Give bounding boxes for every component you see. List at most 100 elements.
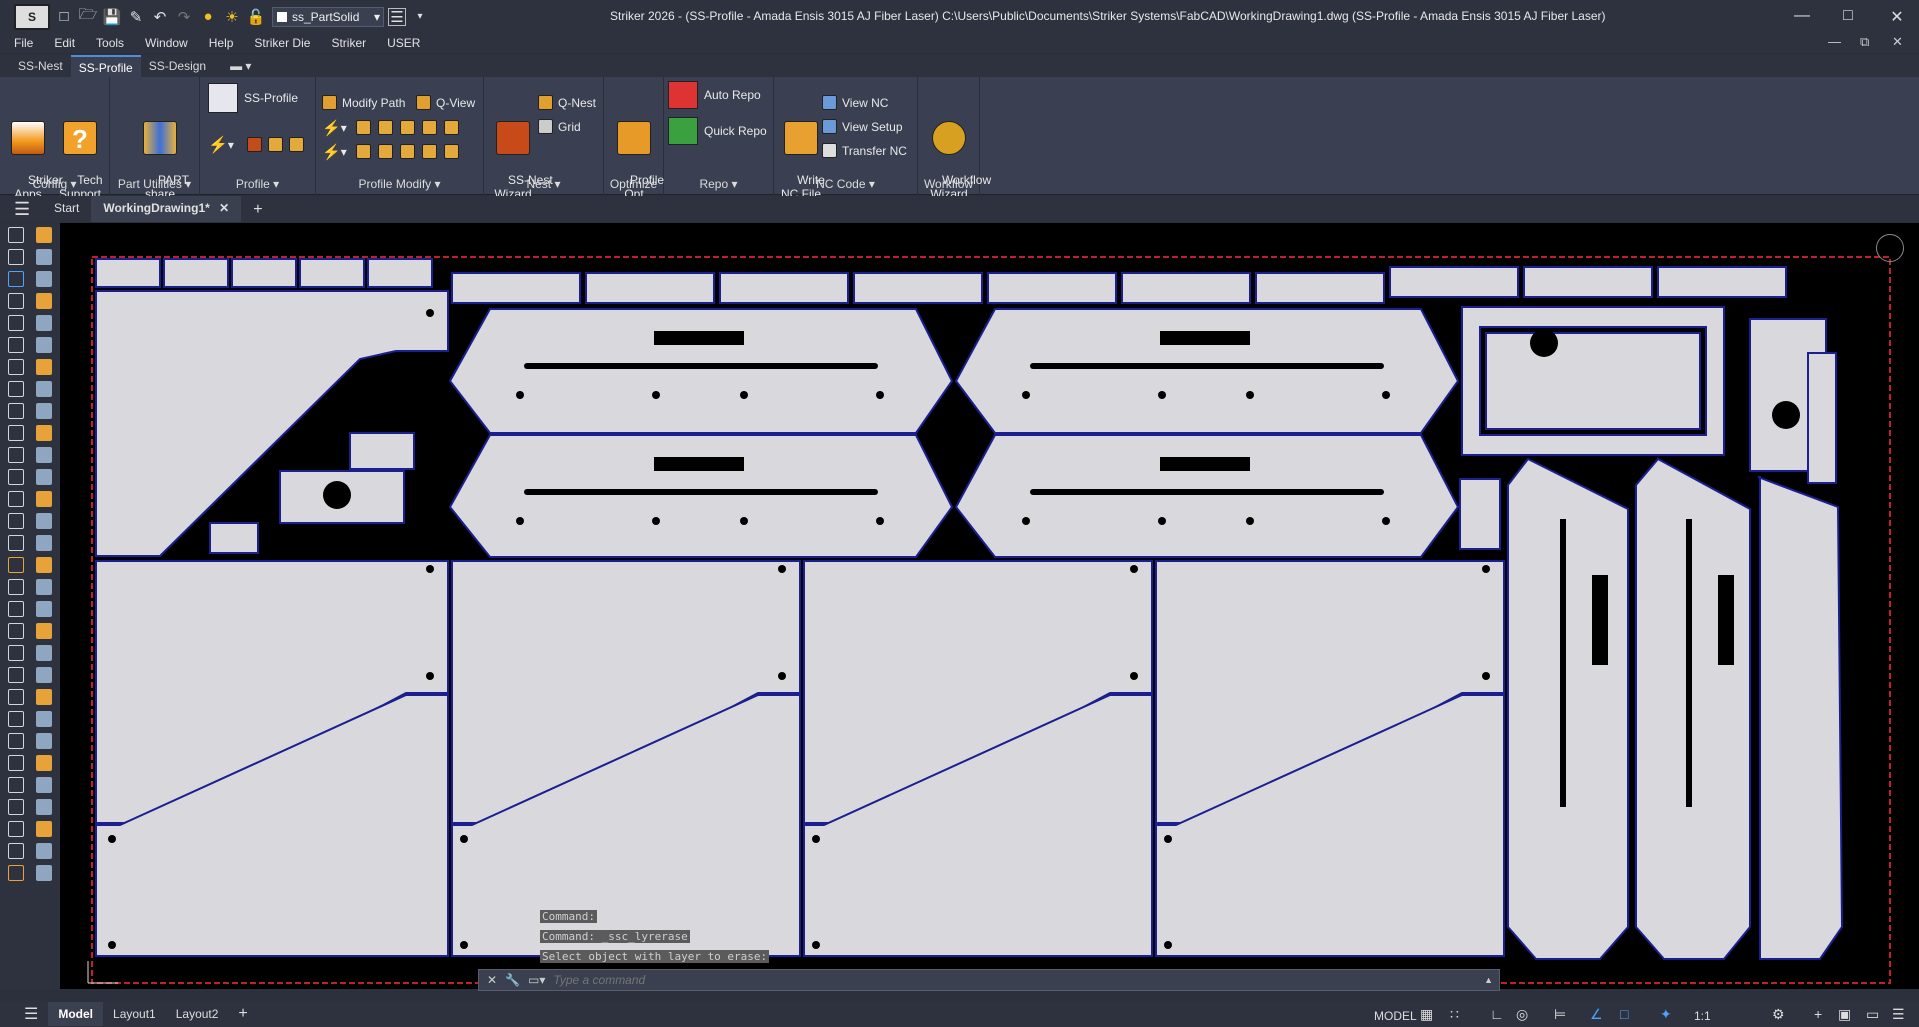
profile-tool-icon[interactable] — [247, 137, 262, 152]
tab-layout1[interactable]: Layout1 — [103, 1007, 166, 1021]
draw-tool-icon[interactable] — [8, 513, 24, 529]
auto-repo-button[interactable]: Auto Repo — [668, 81, 761, 109]
object-snap-icon[interactable]: □ — [1620, 1006, 1628, 1022]
draw-tool-icon[interactable] — [8, 337, 24, 353]
striker-tool-icon[interactable] — [36, 579, 52, 595]
modify-tool-icon[interactable] — [356, 120, 371, 135]
polar-tracking-icon[interactable]: ◎ — [1516, 1006, 1528, 1023]
draw-tool-icon[interactable] — [8, 645, 24, 661]
panel-title-workflow[interactable]: Workflow — [918, 177, 979, 191]
tab-ss-profile[interactable]: SS-Profile — [70, 55, 141, 77]
quick-repo-button[interactable]: Quick Repo — [668, 117, 767, 145]
striker-tool-icon[interactable] — [36, 689, 52, 705]
menu-striker-die[interactable]: Striker Die — [254, 36, 310, 50]
transfer-nc-button[interactable]: Transfer NC — [822, 143, 907, 158]
tab-model[interactable]: Model — [48, 1002, 104, 1026]
gear-icon[interactable]: ⚙ — [1772, 1006, 1785, 1023]
lightbulb-icon[interactable]: ● — [198, 7, 218, 27]
redo-icon[interactable]: ↷ — [174, 7, 194, 27]
striker-tool-icon[interactable] — [36, 557, 52, 573]
doc-minimize-icon[interactable]: — — [1828, 34, 1841, 49]
modify-tool-icon[interactable] — [444, 144, 459, 159]
draw-tool-icon[interactable] — [8, 667, 24, 683]
draw-tool-icon[interactable] — [8, 447, 24, 463]
lock-icon[interactable]: 🔓 — [246, 7, 266, 27]
draw-tool-icon[interactable] — [8, 381, 24, 397]
draw-tool-icon[interactable] — [8, 315, 24, 331]
draw-tool-icon[interactable] — [8, 733, 24, 749]
modify-tool-icon[interactable] — [422, 144, 437, 159]
striker-tool-icon[interactable] — [36, 667, 52, 683]
ortho-icon[interactable]: ∟ — [1490, 1006, 1504, 1022]
panel-title-part-utilities[interactable]: Part Utilities ▾ — [110, 177, 199, 191]
panel-title-repo[interactable]: Repo ▾ — [664, 177, 773, 191]
striker-tool-icon[interactable] — [36, 799, 52, 815]
q-view-button[interactable]: Q-View — [416, 95, 475, 110]
striker-tool-icon[interactable] — [36, 359, 52, 375]
striker-tool-icon[interactable] — [36, 777, 52, 793]
draw-tool-icon[interactable] — [8, 227, 24, 243]
menu-file[interactable]: File — [14, 36, 33, 50]
ribbon-options-icon[interactable]: ▬ ▾ — [222, 55, 259, 77]
ss-profile-button[interactable]: SS-Profile — [208, 83, 298, 113]
modify-tool-icon[interactable] — [378, 120, 393, 135]
profile-tool-icon[interactable] — [289, 137, 304, 152]
q-nest-button[interactable]: Q-Nest — [538, 95, 596, 110]
tab-ss-design[interactable]: SS-Design — [141, 55, 214, 77]
draw-tool-icon[interactable] — [8, 579, 24, 595]
snap-mode-icon[interactable]: ∷ — [1450, 1006, 1459, 1023]
draw-tool-icon[interactable] — [8, 601, 24, 617]
striker-tool-icon[interactable] — [36, 315, 52, 331]
tab-ss-nest[interactable]: SS-Nest — [10, 55, 71, 77]
striker-tool-icon[interactable] — [36, 337, 52, 353]
striker-tool-icon[interactable] — [36, 249, 52, 265]
annotation-scale[interactable]: 1:1 — [1694, 1009, 1711, 1023]
draw-tool-icon[interactable] — [8, 623, 24, 639]
striker-tool-icon[interactable] — [36, 513, 52, 529]
lightning-dropdown[interactable]: ⚡ ▾ — [322, 143, 347, 161]
grid-button[interactable]: Grid — [538, 119, 581, 134]
annotation-visibility-icon[interactable]: ✦ — [1660, 1006, 1672, 1023]
draw-tool-icon[interactable] — [8, 557, 24, 573]
modify-tool-icon[interactable] — [444, 120, 459, 135]
maximize-icon[interactable]: □ — [1838, 7, 1858, 25]
striker-tool-icon[interactable] — [36, 711, 52, 727]
new-file-icon[interactable]: □ — [54, 7, 74, 27]
draw-tool-icon[interactable] — [8, 821, 24, 837]
nest-drawing[interactable] — [60, 223, 1919, 989]
layer-props-icon[interactable]: ☰ — [388, 7, 406, 26]
menu-help[interactable]: Help — [209, 36, 234, 50]
command-close-icon[interactable]: ✕ — [487, 973, 497, 987]
panel-title-config[interactable]: Config ▾ — [0, 177, 109, 191]
striker-tool-icon[interactable] — [36, 755, 52, 771]
panel-title-nc-code[interactable]: NC Code ▾ — [774, 177, 917, 191]
isodraft-icon[interactable]: ⊨ — [1554, 1006, 1566, 1023]
save-icon[interactable]: 💾 — [102, 7, 122, 27]
open-folder-icon[interactable]: 🗁 — [78, 6, 98, 27]
qat-customize-icon[interactable]: ▾ — [410, 7, 430, 27]
object-snap-tracking-icon[interactable]: ∠ — [1590, 1006, 1603, 1023]
draw-tool-icon[interactable] — [8, 535, 24, 551]
draw-tool-icon[interactable] — [8, 249, 24, 265]
striker-tool-icon[interactable] — [36, 491, 52, 507]
striker-tool-icon[interactable] — [36, 293, 52, 309]
doc-close-icon[interactable]: ✕ — [1892, 34, 1903, 50]
tab-layout2[interactable]: Layout2 — [166, 1007, 229, 1021]
striker-tool-icon[interactable] — [36, 623, 52, 639]
striker-tool-icon[interactable] — [36, 733, 52, 749]
striker-tool-icon[interactable] — [36, 227, 52, 243]
wrench-icon[interactable]: 🔧 — [505, 973, 520, 987]
lightning-dropdown[interactable]: ⚡ ▾ — [208, 135, 234, 155]
striker-tool-icon[interactable] — [36, 535, 52, 551]
striker-tool-icon[interactable] — [36, 865, 52, 881]
draw-tool-icon[interactable] — [8, 777, 24, 793]
menu-striker[interactable]: Striker — [331, 36, 366, 50]
view-setup-button[interactable]: View Setup — [822, 119, 903, 134]
striker-tool-icon[interactable] — [36, 381, 52, 397]
panel-title-profile[interactable]: Profile ▾ — [200, 177, 315, 191]
modify-tool-icon[interactable] — [400, 120, 415, 135]
modify-tool-icon[interactable] — [378, 144, 393, 159]
lightning-dropdown[interactable]: ⚡ ▾ — [322, 119, 347, 137]
striker-tool-icon[interactable] — [36, 601, 52, 617]
draw-tool-icon[interactable] — [8, 711, 24, 727]
